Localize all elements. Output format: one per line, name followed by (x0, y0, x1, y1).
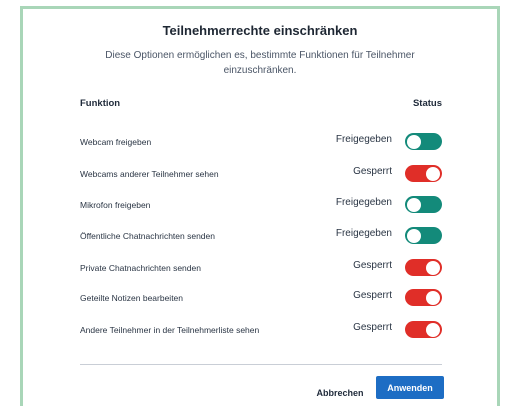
toggle-switch-public-chat[interactable] (405, 227, 442, 244)
setting-label: Webcam freigeben (80, 137, 152, 147)
setting-row-webcam-share: Webcam freigeben Freigegeben (80, 130, 442, 150)
toggle-knob (407, 228, 421, 243)
status-text: Gesperrt (353, 166, 392, 177)
setting-label: Webcams anderer Teilnehmer sehen (80, 169, 219, 179)
apply-button[interactable]: Anwenden (376, 376, 444, 399)
toggle-switch-private-chat[interactable] (405, 259, 442, 276)
setting-row-participant-list: Andere Teilnehmer in der Teilnehmerliste… (80, 318, 442, 338)
footer-divider (80, 364, 442, 365)
toggle-switch-microphone[interactable] (405, 196, 442, 213)
toggle-knob (407, 134, 421, 149)
toggle-knob (426, 290, 440, 305)
status-text: Freigegeben (335, 228, 392, 239)
setting-row-microphone: Mikrofon freigeben Freigegeben (80, 193, 442, 213)
setting-row-public-chat: Öffentliche Chatnachrichten senden Freig… (80, 224, 442, 244)
toggle-switch-view-webcams[interactable] (405, 165, 442, 182)
dialog-description: Diese Optionen ermöglichen es, bestimmte… (105, 50, 415, 76)
toggle-switch-shared-notes[interactable] (405, 289, 442, 306)
setting-label: Mikrofon freigeben (80, 200, 151, 210)
setting-row-view-webcams: Webcams anderer Teilnehmer sehen Gesperr… (80, 162, 442, 182)
toggle-knob (407, 197, 421, 212)
setting-label: Geteilte Notizen bearbeiten (80, 293, 184, 303)
dialog-title: Teilnehmerrechte einschränken (162, 23, 358, 38)
status-text: Freigegeben (335, 134, 392, 145)
setting-label: Andere Teilnehmer in der Teilnehmerliste… (80, 325, 260, 335)
status-text: Gesperrt (353, 260, 392, 271)
toggle-switch-participant-list[interactable] (405, 321, 442, 338)
toggle-knob (426, 322, 440, 337)
setting-label: Private Chatnachrichten senden (80, 263, 201, 273)
dialog: Teilnehmerrechte einschränken Diese Opti… (20, 6, 500, 406)
cancel-button[interactable]: Abbrechen (313, 385, 367, 401)
toggle-knob (426, 260, 440, 275)
status-text: Gesperrt (353, 322, 392, 333)
status-text: Gesperrt (353, 290, 392, 301)
status-text: Freigegeben (335, 197, 392, 208)
column-header-function: Funktion (80, 98, 121, 109)
setting-label: Öffentliche Chatnachrichten senden (80, 231, 215, 241)
setting-row-shared-notes: Geteilte Notizen bearbeiten Gesperrt (80, 286, 442, 306)
toggle-switch-webcam-share[interactable] (405, 133, 442, 150)
column-header-status: Status (412, 98, 442, 109)
toggle-knob (426, 166, 440, 181)
setting-row-private-chat: Private Chatnachrichten senden Gesperrt (80, 256, 442, 276)
